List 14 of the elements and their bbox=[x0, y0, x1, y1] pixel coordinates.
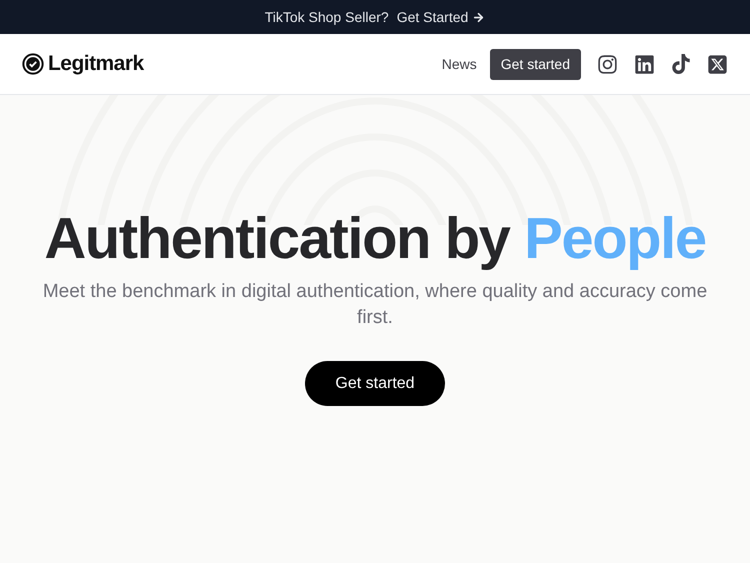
instagram-icon[interactable] bbox=[597, 54, 618, 74]
logo-text: Legitmark bbox=[48, 51, 144, 78]
hero-title: Authentication by People bbox=[44, 207, 706, 271]
tiktok-icon[interactable] bbox=[671, 54, 691, 74]
get-started-button[interactable]: Get started bbox=[490, 48, 581, 80]
banner-text: TikTok Shop Seller? bbox=[264, 8, 389, 27]
arrow-right-icon bbox=[472, 10, 486, 24]
get-started-button[interactable]: Get started bbox=[305, 361, 445, 406]
x-icon[interactable] bbox=[707, 54, 728, 74]
hero-subtitle: Meet the benchmark in digital authentication, where quality and accuracy come first. bbox=[42, 280, 708, 330]
banner-link[interactable]: Get Started bbox=[396, 6, 486, 28]
check-circle-icon bbox=[22, 53, 44, 75]
linkedin-icon[interactable] bbox=[634, 54, 655, 74]
news-link[interactable]: News bbox=[442, 54, 477, 74]
